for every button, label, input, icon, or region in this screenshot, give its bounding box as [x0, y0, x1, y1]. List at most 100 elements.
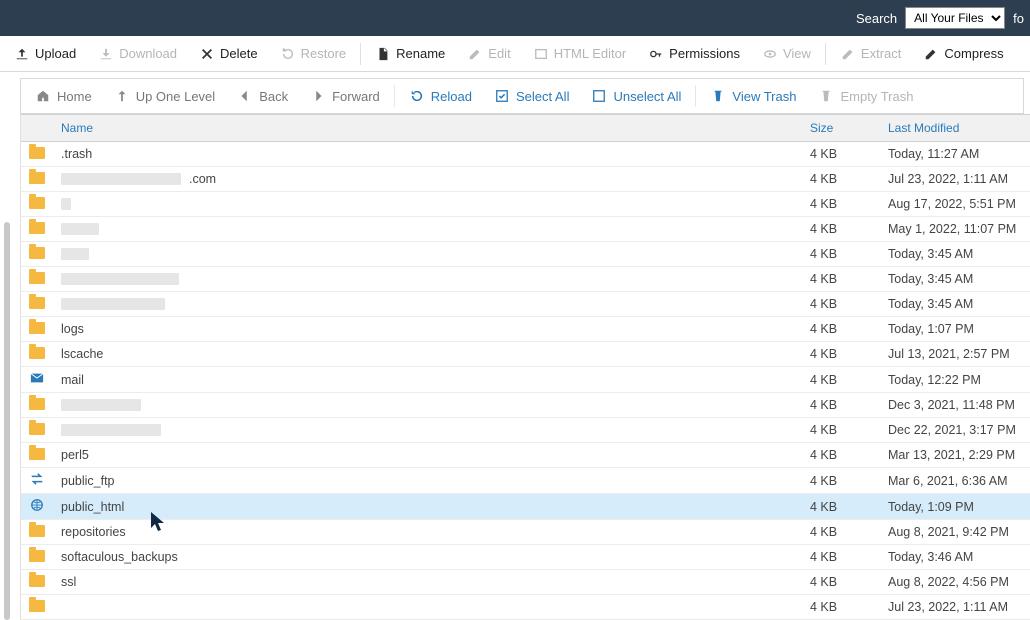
edit-icon — [467, 47, 483, 61]
download-button[interactable]: Download — [88, 36, 187, 71]
table-row[interactable]: 4 KB Today, 3:45 AM — [21, 242, 1030, 267]
file-table: Name Size Last Modified .trash 4 KB Toda… — [20, 114, 1030, 620]
file-name: public_html — [61, 500, 124, 514]
folder-icon — [29, 171, 45, 185]
home-button[interactable]: Home — [25, 79, 102, 113]
table-row[interactable]: lscache 4 KB Jul 13, 2021, 2:57 PM — [21, 342, 1030, 367]
file-modified: Jul 13, 2021, 2:57 PM — [880, 342, 1030, 367]
col-modified[interactable]: Last Modified — [880, 115, 1030, 142]
restore-icon — [280, 47, 296, 61]
home-icon — [35, 89, 51, 103]
file-size: 4 KB — [802, 242, 880, 267]
html-editor-button[interactable]: HTML Editor — [523, 36, 636, 71]
unselect-all-icon — [591, 89, 607, 103]
file-name: public_ftp — [61, 474, 115, 488]
folder-icon — [29, 422, 45, 436]
file-modified: Today, 3:45 AM — [880, 267, 1030, 292]
forward-button[interactable]: Forward — [300, 79, 390, 113]
file-modified: Mar 13, 2021, 2:29 PM — [880, 443, 1030, 468]
scroll-gutter[interactable] — [0, 186, 14, 620]
file-modified: May 1, 2022, 11:07 PM — [880, 217, 1030, 242]
search-scope-select[interactable]: All Your Files — [905, 7, 1005, 29]
table-row[interactable]: perl5 4 KB Mar 13, 2021, 2:29 PM — [21, 443, 1030, 468]
file-size: 4 KB — [802, 494, 880, 520]
folder-icon — [29, 574, 45, 588]
rename-icon — [375, 47, 391, 61]
file-size: 4 KB — [802, 418, 880, 443]
col-size[interactable]: Size — [802, 115, 880, 142]
select-all-button[interactable]: Select All — [484, 79, 579, 113]
file-size: 4 KB — [802, 520, 880, 545]
folder-icon — [29, 296, 45, 310]
folder-icon — [29, 271, 45, 285]
reload-button[interactable]: Reload — [399, 79, 482, 113]
ftp-icon — [29, 472, 45, 486]
redacted-text — [61, 173, 181, 185]
table-row[interactable]: 4 KB Aug 17, 2022, 5:51 PM — [21, 192, 1030, 217]
rename-button[interactable]: Rename — [365, 36, 455, 71]
nav-toolbar-wrap: Home Up One Level Back Forward Reload Se… — [20, 78, 1024, 114]
empty-trash-button[interactable]: Empty Trash — [808, 79, 923, 113]
compress-icon — [923, 47, 939, 61]
edit-button[interactable]: Edit — [457, 36, 520, 71]
file-name: ssl — [61, 575, 76, 589]
forward-icon — [310, 89, 326, 103]
permissions-button[interactable]: Permissions — [638, 36, 750, 71]
for-label: fo — [1013, 11, 1024, 26]
file-modified: Dec 3, 2021, 11:48 PM — [880, 393, 1030, 418]
topbar: Search All Your Files fo — [0, 0, 1030, 36]
table-row[interactable]: 4 KB Today, 3:45 AM — [21, 292, 1030, 317]
view-icon — [762, 47, 778, 61]
folder-icon — [29, 397, 45, 411]
file-size: 4 KB — [802, 342, 880, 367]
file-size: 4 KB — [802, 545, 880, 570]
file-name: lscache — [61, 347, 103, 361]
redacted-text — [61, 399, 141, 411]
redacted-text — [61, 298, 165, 310]
table-row[interactable]: .trash 4 KB Today, 11:27 AM — [21, 142, 1030, 167]
file-size: 4 KB — [802, 292, 880, 317]
extract-button[interactable]: Extract — [830, 36, 911, 71]
table-row[interactable]: softaculous_backups 4 KB Today, 3:46 AM — [21, 545, 1030, 570]
table-row[interactable]: repositories 4 KB Aug 8, 2021, 9:42 PM — [21, 520, 1030, 545]
table-row[interactable]: 4 KB Dec 3, 2021, 11:48 PM — [21, 393, 1030, 418]
upload-button[interactable]: Upload — [4, 36, 86, 71]
compress-button[interactable]: Compress — [913, 36, 1013, 71]
file-modified: Jul 23, 2022, 1:11 AM — [880, 595, 1030, 620]
mail-icon — [29, 371, 45, 385]
col-name[interactable]: Name — [53, 115, 802, 142]
table-row[interactable]: 4 KB Today, 3:45 AM — [21, 267, 1030, 292]
table-row[interactable]: 4 KB May 1, 2022, 11:07 PM — [21, 217, 1030, 242]
table-row[interactable]: 4 KB Dec 22, 2021, 3:17 PM — [21, 418, 1030, 443]
file-size: 4 KB — [802, 167, 880, 192]
reload-icon — [409, 89, 425, 103]
delete-button[interactable]: Delete — [189, 36, 268, 71]
folder-icon — [29, 599, 45, 613]
table-row[interactable]: logs 4 KB Today, 1:07 PM — [21, 317, 1030, 342]
redacted-text — [61, 198, 71, 210]
table-row[interactable]: 4 KB Jul 23, 2022, 1:11 AM — [21, 595, 1030, 620]
file-size: 4 KB — [802, 367, 880, 393]
file-name: perl5 — [61, 448, 89, 462]
table-row[interactable]: public_ftp 4 KB Mar 6, 2021, 6:36 AM — [21, 468, 1030, 494]
restore-button[interactable]: Restore — [270, 36, 357, 71]
table-row[interactable]: public_html 4 KB Today, 1:09 PM — [21, 494, 1030, 520]
file-size: 4 KB — [802, 393, 880, 418]
separator — [825, 43, 826, 65]
extract-icon — [840, 47, 856, 61]
unselect-all-button[interactable]: Unselect All — [581, 79, 691, 113]
file-size: 4 KB — [802, 217, 880, 242]
delete-icon — [199, 47, 215, 61]
table-header-row: Name Size Last Modified — [21, 115, 1030, 142]
view-trash-button[interactable]: View Trash — [700, 79, 806, 113]
file-modified: Jul 23, 2022, 1:11 AM — [880, 167, 1030, 192]
table-row[interactable]: mail 4 KB Today, 12:22 PM — [21, 367, 1030, 393]
file-name: repositories — [61, 525, 126, 539]
folder-icon — [29, 196, 45, 210]
back-button[interactable]: Back — [227, 79, 298, 113]
up-one-level-button[interactable]: Up One Level — [104, 79, 226, 113]
view-button[interactable]: View — [752, 36, 821, 71]
redacted-text — [61, 248, 89, 260]
table-row[interactable]: .com 4 KB Jul 23, 2022, 1:11 AM — [21, 167, 1030, 192]
file-size: 4 KB — [802, 192, 880, 217]
